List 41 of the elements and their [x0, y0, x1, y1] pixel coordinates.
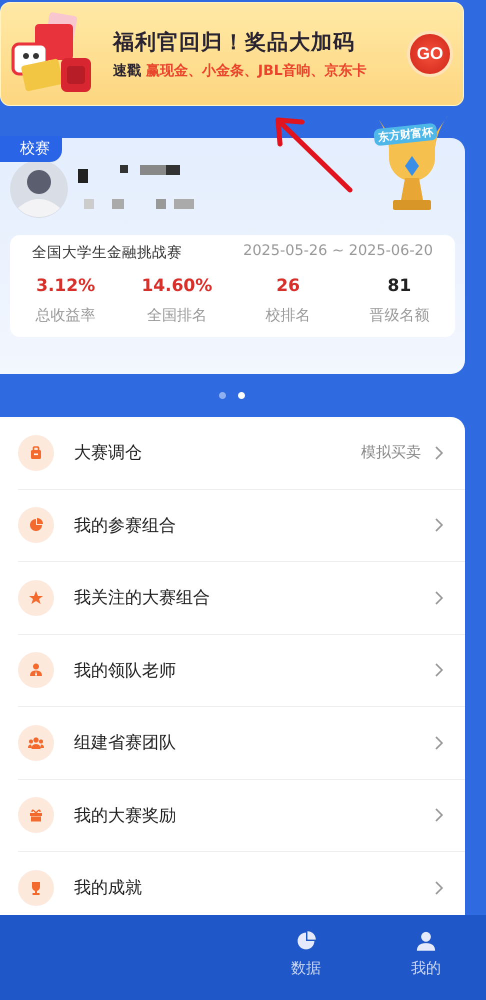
stat-label: 晋级名额 [369, 306, 430, 325]
chevron-right-icon [435, 880, 443, 895]
menu-label: 组建省赛团队 [74, 732, 177, 754]
promo-banner[interactable]: 福利官回归！奖品大加码 速戳 赢现金、小金条、JBL音响、京东卡 GO [0, 2, 464, 106]
chevron-right-icon [435, 446, 443, 460]
menu-item[interactable]: 我的领队老师 [18, 634, 465, 707]
contest-name: 全国大学生金融挑战赛 [32, 244, 182, 262]
school-contest-tag: 校赛 [0, 136, 62, 162]
stat-value: 3.12% [36, 276, 96, 296]
menu-label: 我的大赛奖励 [74, 804, 177, 827]
menu-label: 我的成就 [74, 877, 143, 900]
contest-period: 2025-05-26 ~ 2025-06-20 [243, 243, 433, 261]
menu-hint: 模拟买卖 [361, 443, 421, 462]
stat-label: 总收益率 [36, 306, 96, 325]
chevron-right-icon [435, 736, 443, 750]
stat-value: 26 [276, 276, 300, 296]
menu-label: 我关注的大赛组合 [74, 587, 211, 610]
chevron-right-icon [435, 808, 443, 822]
chevron-right-icon [435, 590, 443, 605]
banner-subtitle: 速戳 赢现金、小金条、JBL音响、京东卡 [113, 62, 368, 80]
tab[interactable]: 数据 [256, 915, 356, 1000]
stat-label: 全国排名 [146, 306, 207, 325]
go-button[interactable]: GO [407, 31, 453, 77]
banner-title: 福利官回归！奖品大加码 [113, 29, 356, 56]
chevron-right-icon [435, 518, 443, 532]
menu-item[interactable]: 组建省赛团队 [18, 707, 465, 780]
stat-label: 校排名 [266, 306, 311, 325]
menu-label: 我的领队老师 [74, 660, 177, 682]
stat-value: 14.60% [141, 276, 212, 296]
menu-item[interactable]: 我的参赛组合 [18, 490, 465, 562]
menu-label: 大赛调仓 [74, 442, 143, 464]
menu-label: 我的参赛组合 [74, 514, 177, 537]
menu-item[interactable]: 大赛调仓 模拟买卖 [18, 417, 465, 490]
menu-item[interactable]: 我的大赛奖励 [18, 780, 465, 852]
avatar [10, 160, 68, 218]
page-indicator-dot[interactable] [219, 392, 226, 399]
tab[interactable]: 我的 [376, 915, 476, 1000]
menu-item[interactable]: 我关注的大赛组合 [18, 562, 465, 634]
stat-value: 81 [388, 276, 412, 296]
chevron-right-icon [435, 663, 443, 678]
page-indicator-dot[interactable] [238, 392, 245, 399]
